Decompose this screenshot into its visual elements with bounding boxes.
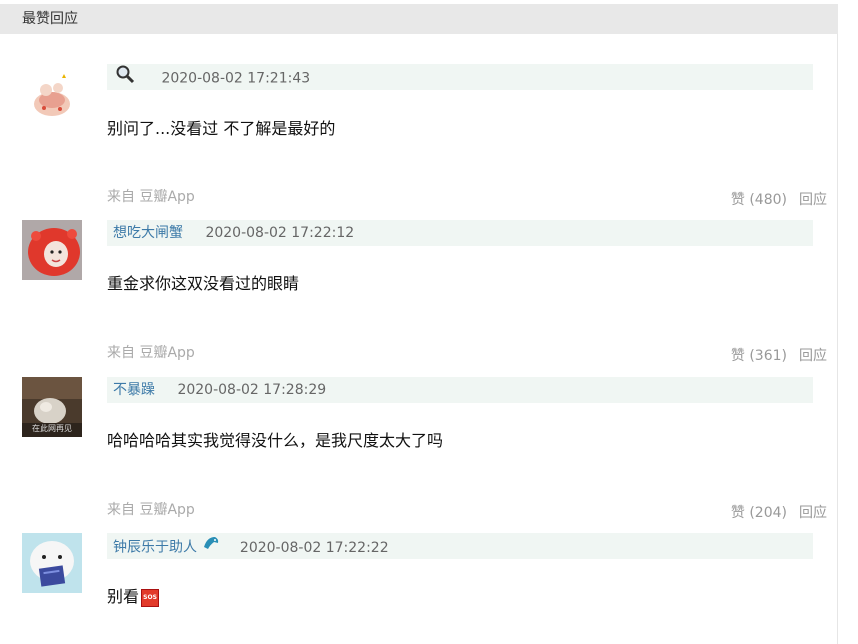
avatar[interactable] (22, 220, 82, 280)
avatar-caption: 在此网再见 (32, 424, 72, 433)
comment-content: 哈哈哈哈其实我觉得没什么，是我尺度太大了吗 (107, 431, 444, 450)
avatar-image (24, 68, 78, 122)
comment-source: 来自 豆瓣App (107, 189, 195, 205)
comment-source: 来自 豆瓣App (107, 502, 195, 518)
comment-time: 2020-08-02 17:22:22 (239, 539, 389, 556)
reply-button[interactable]: 回应 (799, 348, 827, 364)
like-button[interactable]: 赞 (480) (731, 192, 787, 208)
sos-icon: SOS (141, 588, 160, 607)
avatar-image (22, 533, 82, 593)
comment-meta: 2020-08-02 17:21:43 (107, 64, 813, 90)
comment-actions: 赞 (480) 回应 (731, 189, 827, 209)
comment-time: 2020-08-02 17:28:29 (177, 382, 327, 398)
magnifier-icon (115, 64, 137, 93)
dolphin-icon (201, 533, 221, 562)
comment-content: 别问了...没看过 不了解是最好的 (107, 119, 336, 138)
comment-meta: 不暴躁 2020-08-02 17:28:29 (107, 377, 813, 403)
comment-text: 别看 (107, 587, 140, 606)
comment-author[interactable]: 钟辰乐于助人 (113, 540, 197, 556)
comment-content: 重金求你这双没看过的眼睛 (107, 274, 300, 293)
reply-button[interactable]: 回应 (799, 505, 827, 521)
section-header: 最赞回应 (0, 4, 838, 34)
avatar[interactable]: 在此网再见 (22, 377, 82, 437)
like-button[interactable]: 赞 (204) (731, 505, 787, 521)
comment-meta: 钟辰乐于助人 2020-08-02 17:22:22 (107, 533, 813, 559)
reply-button[interactable]: 回应 (799, 192, 827, 208)
avatar[interactable] (24, 68, 78, 122)
comment-meta: 想吃大闸蟹 2020-08-02 17:22:12 (107, 220, 813, 246)
divider (837, 34, 838, 644)
section-title: 最赞回应 (22, 11, 78, 27)
comment-author[interactable]: 不暴躁 (113, 382, 155, 398)
comment-actions: 赞 (361) 回应 (731, 345, 827, 365)
comment-source: 来自 豆瓣App (107, 345, 195, 361)
like-button[interactable]: 赞 (361) (731, 348, 787, 364)
avatar-image (22, 220, 82, 280)
comment-author[interactable]: 想吃大闸蟹 (113, 225, 183, 241)
comment-time: 2020-08-02 17:22:12 (205, 225, 355, 241)
comment-actions: 赞 (204) 回应 (731, 502, 827, 522)
comment-time: 2020-08-02 17:21:43 (161, 70, 311, 87)
comment-content: 别看 SOS (107, 583, 160, 607)
avatar[interactable] (22, 533, 82, 593)
